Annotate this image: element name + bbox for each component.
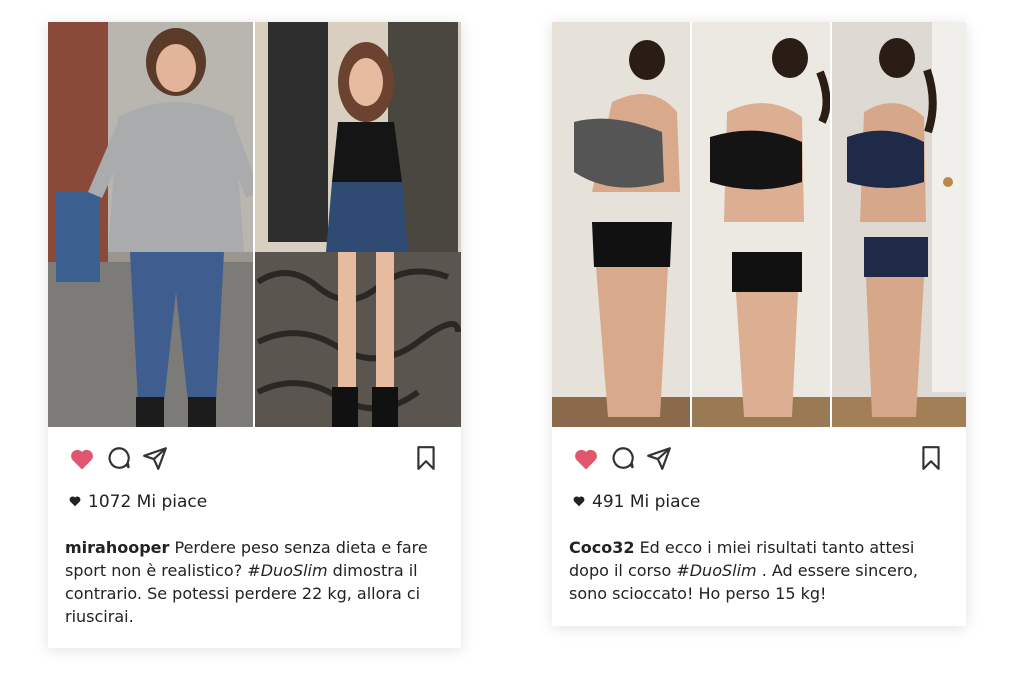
hashtag-link[interactable]: #DuoSlim	[676, 561, 756, 580]
username-link[interactable]: mirahooper	[65, 538, 169, 557]
bookmark-icon[interactable]	[918, 445, 946, 473]
username-link[interactable]: Coco32	[569, 538, 634, 557]
post-photo[interactable]	[48, 22, 461, 427]
heart-icon[interactable]	[572, 445, 600, 473]
post-caption: Coco32 Ed ecco i miei risultati tanto at…	[569, 536, 949, 605]
bookmark-icon[interactable]	[413, 445, 441, 473]
send-icon[interactable]	[646, 445, 674, 473]
before-after-photo	[48, 22, 461, 427]
post-actions	[552, 427, 966, 485]
likes-label: 1072 Mi piace	[88, 492, 208, 512]
hashtag-link[interactable]: #DuoSlim	[247, 561, 327, 580]
send-icon[interactable]	[142, 445, 170, 473]
likes-count: 1072 Mi piace	[68, 492, 207, 512]
likes-label: 491 Mi piace	[592, 492, 701, 512]
comment-icon[interactable]	[610, 445, 638, 473]
comment-icon[interactable]	[106, 445, 134, 473]
progress-photo	[552, 22, 966, 427]
post-card: 1072 Mi piace mirahooper Perdere peso se…	[48, 22, 461, 648]
post-actions	[48, 427, 461, 485]
small-heart-icon	[68, 493, 82, 507]
likes-count: 491 Mi piace	[572, 492, 700, 512]
post-caption: mirahooper Perdere peso senza dieta e fa…	[65, 536, 445, 628]
post-photo[interactable]	[552, 22, 966, 427]
post-card: 491 Mi piace Coco32 Ed ecco i miei risul…	[552, 22, 966, 626]
small-heart-icon	[572, 493, 586, 507]
heart-icon[interactable]	[68, 445, 96, 473]
